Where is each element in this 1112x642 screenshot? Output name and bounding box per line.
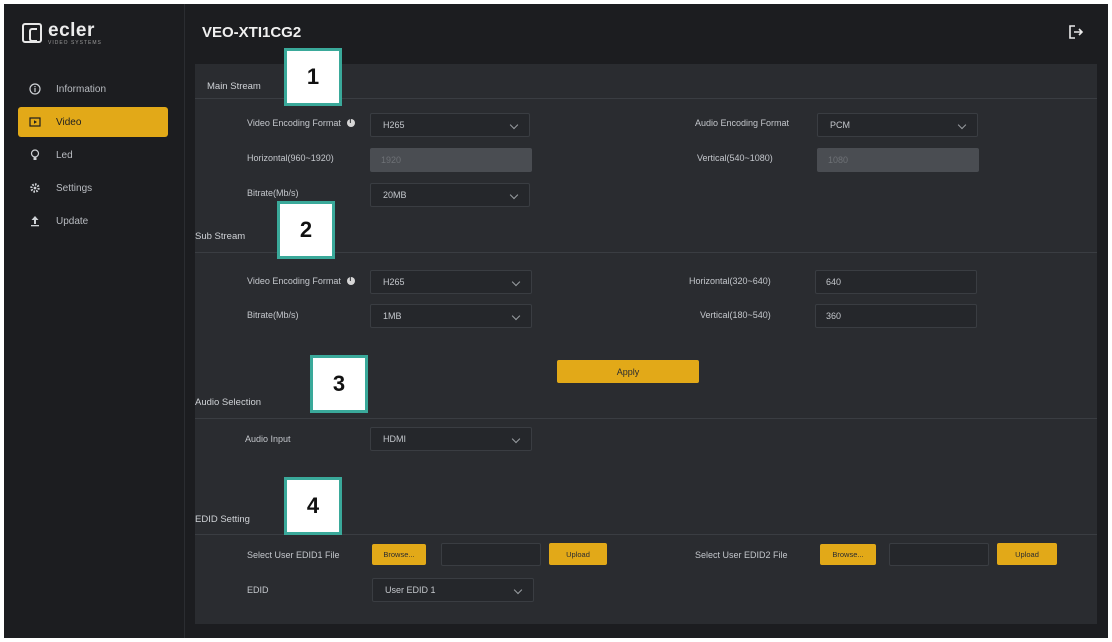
sidebar-item-update[interactable]: Update [18, 206, 168, 236]
sidebar-item-label: Update [56, 215, 89, 227]
gear-icon [28, 181, 42, 195]
led-icon [28, 148, 42, 162]
brand-subtitle: VIDEO SYSTEMS [48, 39, 102, 46]
sub-horizontal-input[interactable]: 640 [815, 270, 977, 294]
main-video-format-select[interactable]: H265 [370, 113, 530, 137]
sub-vertical-input[interactable]: 360 [815, 304, 977, 328]
sub-vertical-label: Vertical(180~540) [700, 310, 771, 320]
sidebar: ecler VIDEO SYSTEMS Information Video Le… [4, 4, 185, 638]
chevron-down-icon [509, 190, 519, 200]
video-settings-panel: Main Stream Video Encoding Format H265 A… [195, 64, 1097, 624]
chevron-down-icon [513, 585, 523, 595]
sub-bitrate-label: Bitrate(Mb/s) [247, 310, 299, 320]
sub-stream-title: Sub Stream [195, 231, 246, 242]
sub-bitrate-select[interactable]: 1MB [370, 304, 532, 328]
info-icon[interactable] [346, 276, 355, 285]
main-horizontal-label: Horizontal(960~1920) [247, 153, 334, 163]
main-video-format-label: Video Encoding Format [247, 118, 355, 128]
sub-video-format-label: Video Encoding Format [247, 276, 355, 286]
chevron-down-icon [511, 277, 521, 287]
chevron-down-icon [509, 120, 519, 130]
sidebar-item-led[interactable]: Led [18, 140, 168, 170]
sidebar-item-video[interactable]: Video [18, 107, 168, 137]
callout-3: 3 [310, 355, 368, 413]
chevron-down-icon [957, 120, 967, 130]
main-audio-format-select[interactable]: PCM [817, 113, 978, 137]
page-title: VEO-XTI1CG2 [202, 24, 302, 41]
main-horizontal-input[interactable]: 1920 [370, 148, 532, 172]
sidebar-item-information[interactable]: Information [18, 74, 168, 104]
audio-input-select[interactable]: HDMI [370, 427, 532, 451]
chevron-down-icon [511, 434, 521, 444]
info-icon [28, 82, 42, 96]
main-bitrate-label: Bitrate(Mb/s) [247, 188, 299, 198]
sidebar-item-settings[interactable]: Settings [18, 173, 168, 203]
main-vertical-label: Vertical(540~1080) [697, 153, 773, 163]
sidebar-item-label: Information [56, 83, 107, 95]
sidebar-nav: Information Video Led Settings Update [18, 74, 168, 239]
audio-input-label: Audio Input [245, 434, 291, 444]
brand-logo: ecler VIDEO SYSTEMS [22, 19, 102, 46]
sidebar-item-label: Video [56, 116, 82, 128]
browse-edid2-button[interactable]: Browse... [820, 544, 876, 565]
main-vertical-input[interactable]: 1080 [817, 148, 979, 172]
chevron-down-icon [511, 311, 521, 321]
sub-video-format-select[interactable]: H265 [370, 270, 532, 294]
upload-icon [28, 214, 42, 228]
edid-setting-title: EDID Setting [195, 514, 250, 525]
main-bitrate-select[interactable]: 20MB [370, 183, 530, 207]
video-icon [28, 115, 42, 129]
logout-icon[interactable] [1068, 24, 1084, 40]
callout-1: 1 [284, 48, 342, 106]
edid-select[interactable]: User EDID 1 [372, 578, 534, 602]
edid2-file-input[interactable] [889, 543, 989, 566]
brand-name: ecler [48, 19, 95, 41]
callout-2: 2 [277, 201, 335, 259]
upload-edid2-button[interactable]: Upload [997, 543, 1057, 565]
edid1-file-input[interactable] [441, 543, 541, 566]
divider [195, 418, 1097, 419]
sub-horizontal-label: Horizontal(320~640) [689, 276, 771, 286]
sidebar-item-label: Led [56, 149, 73, 161]
main-stream-title: Main Stream [207, 81, 261, 92]
callout-4: 4 [284, 477, 342, 535]
main-audio-format-label: Audio Encoding Format [695, 118, 790, 128]
info-icon[interactable] [346, 118, 355, 127]
edid-label: EDID [247, 585, 269, 595]
browse-edid1-button[interactable]: Browse... [372, 544, 426, 565]
edid2-file-label: Select User EDID2 File [695, 550, 788, 560]
audio-selection-title: Audio Selection [195, 397, 262, 408]
apply-button[interactable]: Apply [557, 360, 699, 383]
edid1-file-label: Select User EDID1 File [247, 550, 340, 560]
logo-mark-icon [22, 23, 42, 43]
sidebar-item-label: Settings [56, 182, 93, 194]
upload-edid1-button[interactable]: Upload [549, 543, 607, 565]
